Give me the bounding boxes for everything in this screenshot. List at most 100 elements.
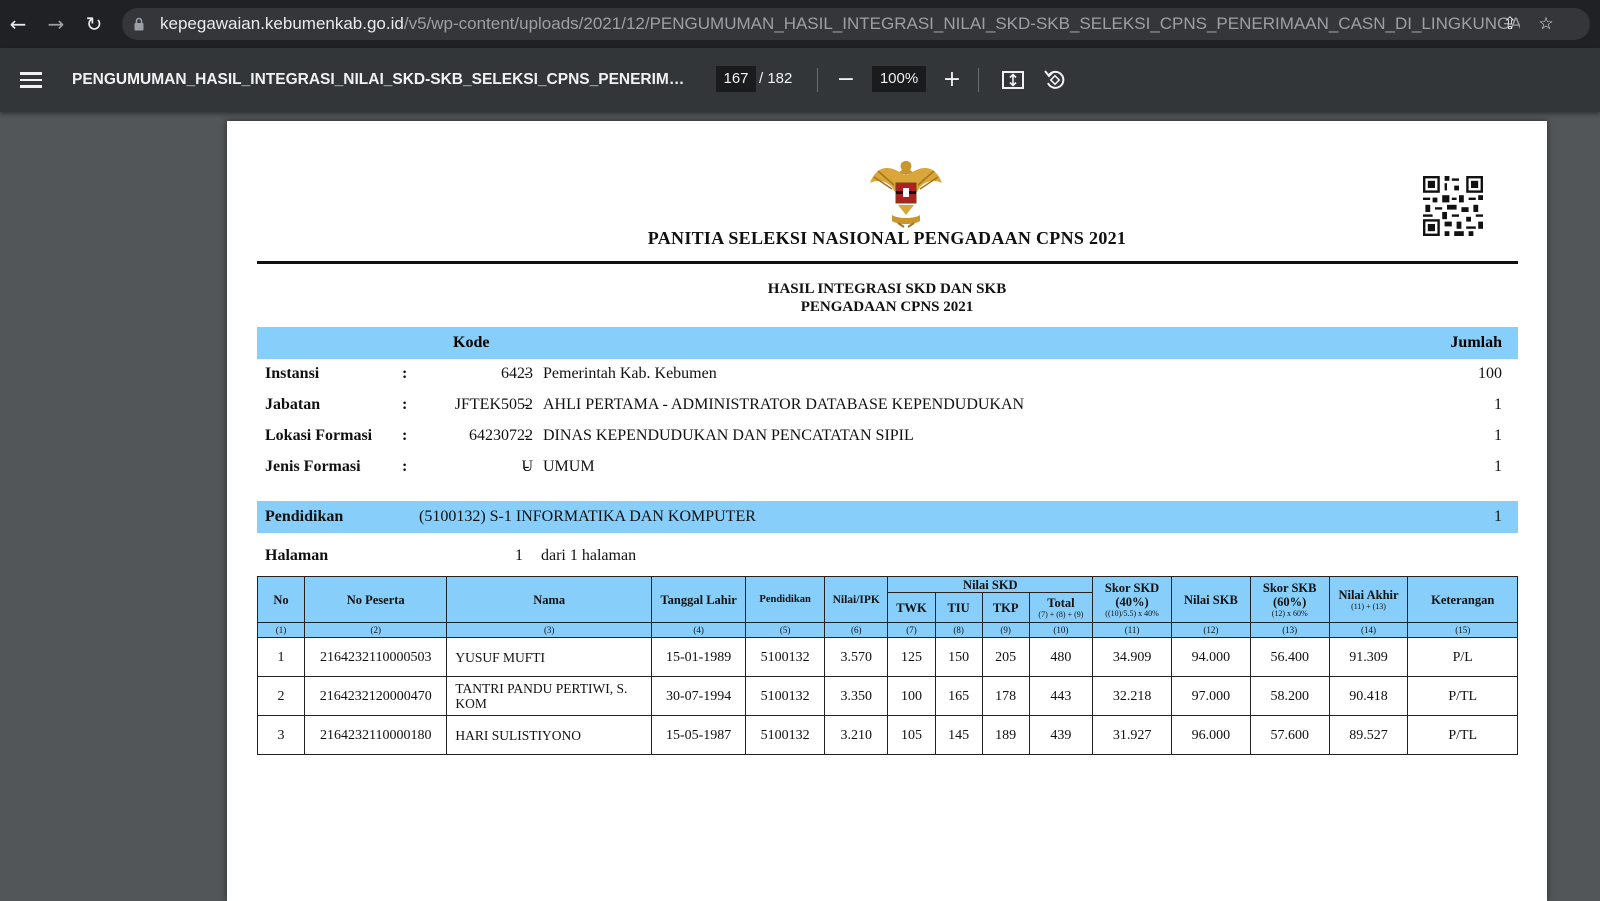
pdf-toolbar: PENGUMUMAN_HASIL_INTEGRASI_NILAI_SKD-SKB… [0, 48, 1600, 112]
document-subheading: HASIL INTEGRASI SKD DAN SKB [767, 281, 1007, 297]
cell-tiu: 165 [934, 676, 983, 716]
lock-icon[interactable] [134, 17, 144, 31]
bookmark-star-icon[interactable]: ☆ [1534, 12, 1558, 36]
info-value: UMUM [543, 458, 595, 475]
nilai-akhir-formula: (11) + (13) [1351, 601, 1386, 611]
results-table: No No Peserta Nama Tanggal Lahir Pendidi… [256, 576, 1518, 755]
cell-skor-skd: 32.218 [1092, 676, 1172, 716]
share-icon[interactable]: ⇪ [1498, 12, 1522, 36]
table-row: 3 2164232110000180 HARI SULISTIYONO 15-0… [256, 715, 1518, 755]
cell-nilai-skb: 97.000 [1170, 676, 1251, 716]
document-heading: PANITIA SELEKSI NASIONAL PENGADAAN CPNS … [647, 228, 1127, 248]
pendidikan-value: (5100132) S-1 INFORMATIKA DAN KOMPUTER [419, 508, 756, 525]
cell-nilai-akhir: 90.418 [1328, 676, 1409, 716]
cell-pendidikan: 5100132 [745, 676, 826, 716]
document-title: PENGUMUMAN_HASIL_INTEGRASI_NILAI_SKD-SKB… [72, 71, 687, 88]
cell-nilai-skb: 96.000 [1170, 715, 1251, 755]
cell-no: 3 [256, 715, 306, 755]
col-header-total: Total (7) + (8) + (9) [1028, 592, 1094, 623]
cell-tanggal-lahir: 30-07-1994 [651, 676, 747, 716]
kode-header-bar: Kode Jumlah [257, 327, 1518, 359]
pendidikan-count: 1 [1494, 508, 1502, 525]
col-header-nilai-skb: Nilai SKB [1170, 576, 1251, 623]
info-label: Instansi [265, 365, 320, 382]
cell-tiu: 150 [934, 637, 983, 677]
cell-twk: 105 [887, 715, 936, 755]
cell-nama: YUSUF MUFTI [446, 637, 653, 677]
info-dash: - [524, 396, 530, 413]
cell-total: 443 [1028, 676, 1094, 716]
col-header-keterangan: Keterangan [1407, 576, 1518, 623]
cell-tkp: 178 [981, 676, 1030, 716]
col-number: (7) [887, 622, 936, 638]
col-header-nama: Nama [446, 576, 653, 623]
cell-pendidikan: 5100132 [745, 715, 826, 755]
cell-keterangan: P/L [1407, 637, 1518, 677]
halaman-info: Halaman 1 dari 1 halaman [257, 543, 857, 569]
cell-tanggal-lahir: 15-01-1989 [651, 637, 747, 677]
col-number: (13) [1249, 622, 1330, 638]
skor-skb-title: Skor SKB (60%) [1262, 580, 1317, 609]
halaman-text: dari 1 halaman [541, 547, 637, 564]
total-formula: (7) + (8) + (9) [1038, 609, 1084, 619]
col-number: (3) [446, 622, 653, 638]
fit-to-page-icon[interactable] [998, 65, 1028, 95]
col-header-nilai-akhir: Nilai Akhir (11) + (13) [1328, 576, 1409, 623]
pendidikan-bar: Pendidikan (5100132) S-1 INFORMATIKA DAN… [257, 501, 1518, 533]
address-bar[interactable]: kepegawaian.kebumenkab.go.id/v5/wp-conte… [122, 8, 1590, 40]
zoom-in-button[interactable]: + [936, 64, 968, 96]
pdf-page: PANITIA SELEKSI NASIONAL PENGADAAN CPNS … [227, 121, 1547, 901]
cell-no: 1 [256, 637, 306, 677]
total-title: Total [1047, 595, 1075, 610]
info-dash: - [524, 427, 530, 444]
col-number: (9) [981, 622, 1030, 638]
menu-icon[interactable] [20, 68, 42, 92]
page-total: / 182 [759, 70, 793, 87]
toolbar-divider [978, 68, 979, 92]
cell-ipk: 3.210 [824, 715, 889, 755]
skor-skb-formula: (12) x 60% [1271, 608, 1308, 618]
skor-skd-formula: ((10)/5.5) x 40% [1105, 608, 1159, 618]
info-code: JFTEK5052 [454, 396, 533, 413]
url-text[interactable]: kepegawaian.kebumenkab.go.id/v5/wp-conte… [160, 8, 1520, 40]
info-colon: : [402, 396, 408, 413]
cell-nama: TANTRI PANDU PERTIWI, S. KOM [446, 676, 653, 716]
col-number: (10) [1028, 622, 1094, 638]
skor-skd-title: Skor SKD (40%) [1104, 580, 1160, 609]
col-header-nilai-ipk: Nilai/IPK [824, 576, 889, 623]
cell-skor-skb: 58.200 [1249, 676, 1330, 716]
col-header-tkp: TKP [981, 592, 1030, 623]
cell-tanggal-lahir: 15-05-1987 [651, 715, 747, 755]
cell-keterangan: P/TL [1407, 676, 1518, 716]
forward-arrow-icon[interactable]: → [42, 10, 70, 38]
column-number-row: (1) (2) (3) (4) (5) (6) (7) (8) (9) (10)… [256, 622, 1518, 638]
col-number: (11) [1092, 622, 1172, 638]
info-value: Pemerintah Kab. Kebumen [543, 365, 717, 382]
page-number-input[interactable]: 167 [716, 66, 756, 92]
reload-icon[interactable]: ↻ [80, 10, 108, 38]
cell-ipk: 3.350 [824, 676, 889, 716]
info-count: 1 [1494, 458, 1502, 475]
cell-no: 2 [256, 676, 306, 716]
col-header-no-peserta: No Peserta [304, 576, 448, 623]
cell-skor-skb: 56.400 [1249, 637, 1330, 677]
info-label: Jenis Formasi [265, 458, 361, 475]
cell-total: 480 [1028, 637, 1094, 677]
cell-nilai-akhir: 91.309 [1328, 637, 1409, 677]
halaman-number: 1 [515, 547, 523, 564]
info-row-jabatan: Jabatan : JFTEK5052 - AHLI PERTAMA - ADM… [257, 390, 1518, 420]
cell-pendidikan: 5100132 [745, 637, 826, 677]
zoom-out-button[interactable]: − [830, 64, 862, 96]
qr-code-icon [1423, 176, 1483, 236]
col-number: (2) [304, 622, 448, 638]
url-path: /v5/wp-content/uploads/2021/12/PENGUMUMA… [403, 14, 1520, 33]
cell-twk: 125 [887, 637, 936, 677]
zoom-level-input[interactable]: 100% [872, 66, 926, 92]
rotate-icon[interactable] [1040, 65, 1070, 95]
info-count: 1 [1494, 427, 1502, 444]
back-arrow-icon[interactable]: ← [4, 10, 32, 38]
nilai-akhir-title: Nilai Akhir [1338, 587, 1399, 602]
cell-no-peserta: 2164232120000470 [304, 676, 448, 716]
col-header-skor-skb: Skor SKB (60%) (12) x 60% [1249, 576, 1330, 623]
info-colon: : [402, 427, 408, 444]
